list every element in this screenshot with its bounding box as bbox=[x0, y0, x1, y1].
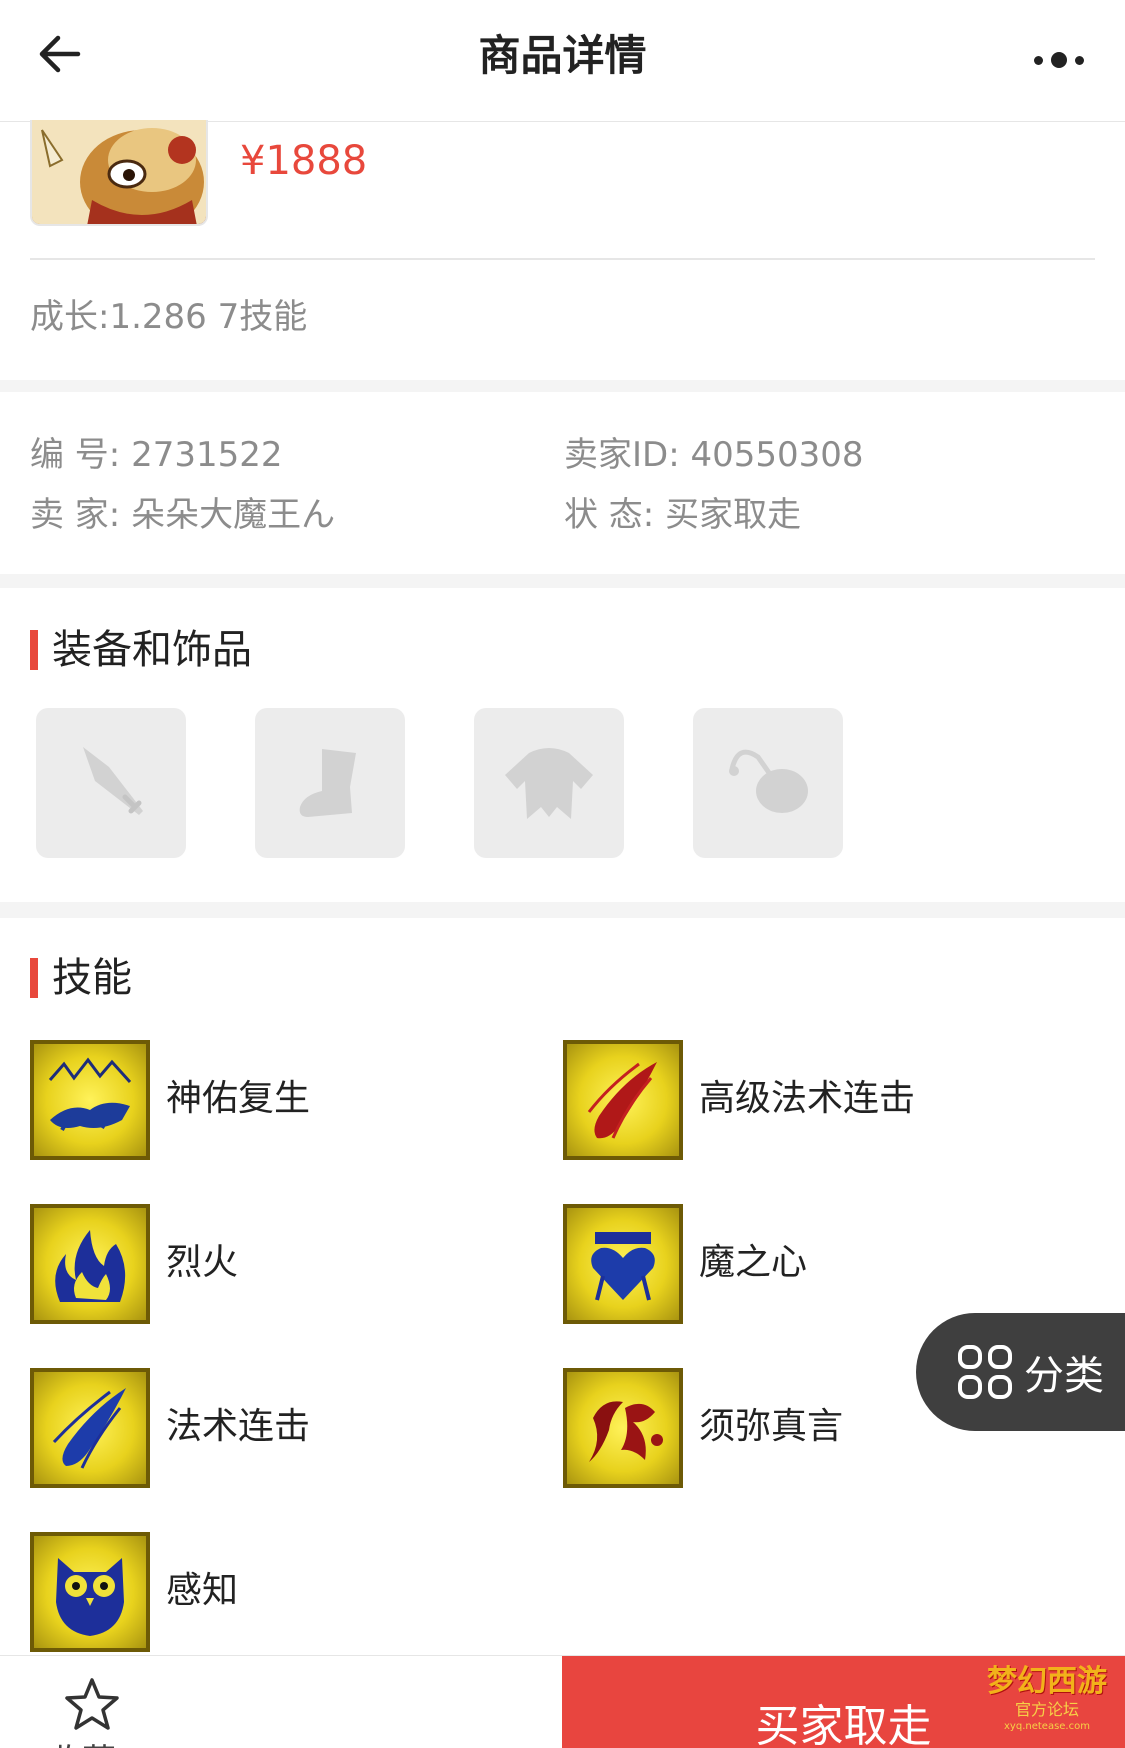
armor-slot[interactable] bbox=[474, 708, 624, 858]
equipment-section: 装备和饰品 bbox=[0, 588, 1125, 902]
armor-icon bbox=[505, 748, 593, 819]
more-dot-icon bbox=[1034, 55, 1043, 65]
buyer-taken-label: 买家取走 bbox=[755, 1701, 932, 1748]
revive-skill-icon bbox=[30, 1040, 150, 1160]
skills-title: 技能 bbox=[30, 952, 132, 1004]
magic-heart-icon bbox=[563, 1204, 683, 1324]
listing-number: 编 号: 2731522 bbox=[30, 435, 283, 475]
seller-id: 卖家ID: 40550308 bbox=[564, 435, 864, 475]
divider bbox=[30, 258, 1095, 260]
skill-label: 神佑复生 bbox=[166, 1078, 311, 1119]
accessory-slot[interactable] bbox=[693, 708, 843, 858]
equipment-title: 装备和饰品 bbox=[30, 624, 252, 676]
skill-label: 高级法术连击 bbox=[699, 1078, 916, 1119]
watermark-url: xyq.netease.com bbox=[1004, 1721, 1090, 1732]
skill-label: 法术连击 bbox=[166, 1406, 311, 1447]
category-grid-icon bbox=[958, 1345, 1012, 1399]
product-summary: ¥1888 成长:1.286 7技能 bbox=[0, 120, 1125, 380]
bottom-action-bar: 收藏 买家取走 梦幻西游 官方论坛 xyq.netease.com bbox=[0, 1655, 1125, 1748]
forum-watermark-logo: 梦幻西游 官方论坛 xyq.netease.com bbox=[983, 1664, 1111, 1738]
favorite-button[interactable]: 收藏 bbox=[40, 1676, 150, 1748]
seller-name: 卖 家: 朵朵大魔王ん bbox=[30, 495, 336, 535]
buyer-taken-button[interactable]: 买家取走 梦幻西游 官方论坛 xyq.netease.com bbox=[562, 1656, 1125, 1748]
sumeru-mantra-icon bbox=[563, 1368, 683, 1488]
page: 商品详情 ¥1888 成长:1.286 7技能 编 号: 2731522 卖家I… bbox=[0, 0, 1125, 1748]
listing-status: 状 态: 买家取走 bbox=[564, 495, 802, 535]
adv-spell-combo-icon bbox=[563, 1040, 683, 1160]
price-value: ¥1888 bbox=[240, 138, 368, 184]
boots-slot[interactable] bbox=[255, 708, 405, 858]
weapon-slot[interactable] bbox=[36, 708, 186, 858]
more-dot-icon bbox=[1075, 55, 1084, 65]
growth-skill-summary: 成长:1.286 7技能 bbox=[30, 297, 308, 337]
watermark-title: 梦幻西游 bbox=[987, 1664, 1107, 1699]
listing-info: 编 号: 2731522 卖家ID: 40550308 卖 家: 朵朵大魔王ん … bbox=[0, 392, 1125, 574]
skill-label: 感知 bbox=[166, 1570, 239, 1611]
fire-skill-icon bbox=[30, 1204, 150, 1324]
skill-label: 魔之心 bbox=[699, 1242, 808, 1283]
watermark-subtitle: 官方论坛 bbox=[1014, 1700, 1079, 1719]
skills-section: 技能 神佑复生 高级法术连击 烈火 魔之心 法术连击 须弥真言 感知 bbox=[0, 918, 1125, 1658]
pet-avatar bbox=[30, 120, 208, 226]
favorite-label: 收藏 bbox=[48, 1742, 116, 1748]
more-dot-icon bbox=[1051, 52, 1067, 68]
category-label: 分类 bbox=[1024, 1353, 1104, 1399]
boot-icon bbox=[299, 749, 356, 817]
more-options-button[interactable] bbox=[1019, 40, 1099, 80]
page-title: 商品详情 bbox=[478, 31, 647, 80]
category-float-button[interactable]: 分类 bbox=[916, 1313, 1125, 1431]
perception-owl-icon bbox=[30, 1532, 150, 1652]
spell-combo-icon bbox=[30, 1368, 150, 1488]
top-nav-bar: 商品详情 bbox=[0, 0, 1125, 122]
pet-portrait-icon bbox=[32, 120, 206, 224]
skill-label: 烈火 bbox=[166, 1242, 239, 1283]
skill-label: 须弥真言 bbox=[699, 1406, 844, 1447]
sword-icon bbox=[83, 747, 143, 815]
necklace-icon bbox=[729, 749, 808, 813]
star-icon bbox=[65, 1678, 119, 1730]
